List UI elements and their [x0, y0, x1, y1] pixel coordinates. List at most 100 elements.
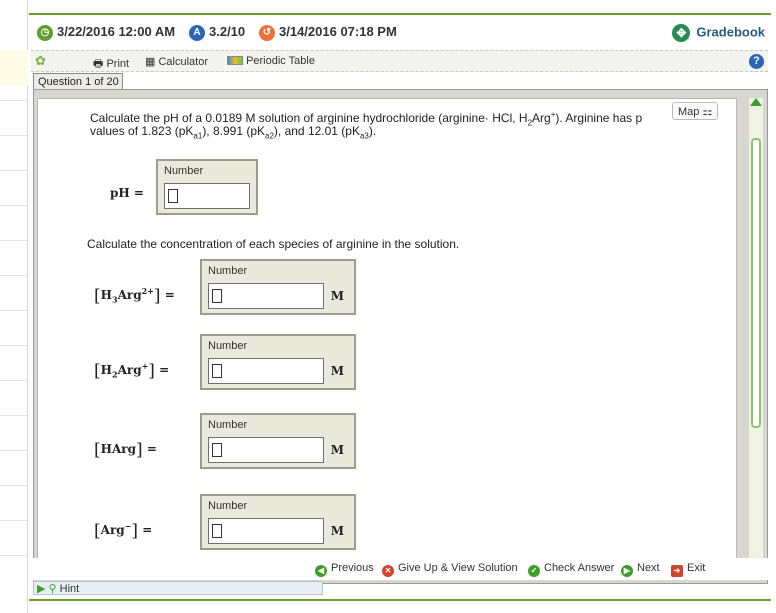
input-caret: [212, 364, 222, 378]
species-prompt: Calculate the concentration of each spec…: [87, 237, 460, 251]
sub-a3: a3: [359, 131, 369, 141]
exit-button[interactable]: ➜ Exit: [671, 562, 705, 577]
left-panel-line: [0, 170, 28, 171]
previous-icon: ◀: [315, 565, 327, 577]
calculator-button[interactable]: ▦ Calculator: [145, 55, 208, 68]
assignment-window: ◷ 3/22/2016 12:00 AM A 3.2/10 ↺ 3/14/2016 0…: [29, 13, 771, 601]
give-up-icon: ✕: [382, 565, 394, 577]
left-panel-line: [0, 485, 28, 486]
question-nav-bar: ◀ Previous ✕ Give Up & View Solution ✓ Chec…: [33, 558, 768, 580]
unit-label: M: [330, 443, 344, 457]
next-icon: ▶: [621, 565, 633, 577]
h3arg-input[interactable]: [208, 283, 324, 309]
last-accessed-date: ↺ 3/14/2016 07:18 PM: [259, 24, 397, 41]
arg-input[interactable]: [208, 518, 324, 544]
number-label: Number: [208, 340, 248, 352]
left-panel-line: [0, 345, 28, 346]
exit-icon: ➜: [671, 565, 683, 577]
harg-input[interactable]: [208, 437, 324, 463]
left-panel-line: [0, 240, 28, 241]
periodic-table-icon: [227, 56, 243, 65]
leaf-icon: ✿: [35, 53, 46, 68]
left-panel-line: [0, 380, 28, 381]
number-label: Number: [208, 265, 248, 277]
intro-text-d: ). Arginine has p: [555, 111, 643, 125]
number-label: Number: [208, 500, 248, 512]
number-label: Number: [208, 419, 248, 431]
input-caret: [212, 524, 222, 538]
exit-label: Exit: [687, 562, 706, 574]
left-panel-highlight: [0, 50, 28, 86]
gradebook-link[interactable]: ✥ Gradebook: [672, 24, 765, 42]
check-answer-button[interactable]: ✓ Check Answer: [528, 562, 614, 577]
left-panel-line: [0, 310, 28, 311]
help-icon[interactable]: ?: [749, 54, 764, 69]
harg-label: [HArg] =: [94, 440, 157, 460]
gradebook-label: Gradebook: [696, 24, 765, 40]
previous-button[interactable]: ◀ Previous: [315, 562, 374, 577]
h2arg-input[interactable]: [208, 358, 324, 384]
history-icon: ↺: [259, 24, 275, 41]
intro2-b: ), 8.991 (pK: [202, 124, 266, 138]
h2arg-number-box: Number M: [200, 334, 356, 390]
map-label: Map: [678, 106, 700, 118]
next-button[interactable]: ▶ Next: [621, 562, 660, 577]
previous-label: Previous: [331, 562, 374, 574]
ph-number-box: Number: [156, 159, 258, 215]
gradebook-icon: ✥: [672, 24, 691, 42]
unit-label: M: [330, 524, 344, 538]
harg-number-box: Number M: [200, 413, 356, 469]
left-panel-line: [0, 100, 28, 101]
left-panel-line: [0, 135, 28, 136]
print-label: Print: [106, 58, 130, 70]
left-panel-line: [0, 415, 28, 416]
toolbar: ✿ 🖶 Print ▦ Calculator Periodic Table ?: [31, 50, 768, 72]
give-up-button[interactable]: ✕ Give Up & View Solution: [382, 562, 518, 577]
last-accessed-text: 3/14/2016 07:18 PM: [279, 24, 397, 39]
left-panel: [0, 0, 28, 613]
number-label: Number: [164, 165, 204, 177]
due-date-text: 3/22/2016 12:00 AM: [57, 24, 176, 39]
printer-icon: 🖶: [93, 58, 104, 70]
intro2-a: values of 1.823 (pK: [90, 124, 194, 138]
check-icon: ✓: [528, 565, 540, 577]
sub-a2: a2: [265, 131, 274, 141]
check-answer-label: Check Answer: [544, 562, 615, 574]
unit-label: M: [330, 289, 344, 303]
intro2-c: ), and 12.01 (pK: [273, 124, 360, 138]
input-caret: [168, 189, 178, 203]
input-caret: [212, 443, 222, 457]
h2arg-label: [H2Arg+] =: [94, 361, 170, 381]
hint-bar[interactable]: ▶ ⚲ Hint: [33, 581, 323, 595]
due-date: ◷ 3/22/2016 12:00 AM: [37, 24, 175, 41]
clock-icon: ◷: [37, 24, 53, 41]
left-panel-line: [0, 450, 28, 451]
hint-icon: ⚲: [48, 583, 57, 595]
calculator-label: Calculator: [158, 56, 208, 68]
h3arg-label: [H3Arg2+] =: [94, 286, 175, 306]
hint-label: Hint: [59, 583, 80, 595]
question-frame: Map ⚏ Calculate the pH of a 0.0189 M sol…: [33, 89, 768, 584]
left-panel-line: [0, 520, 28, 521]
left-panel-line: [0, 205, 28, 206]
ph-input[interactable]: [164, 183, 250, 209]
expand-arrow-icon: ▶: [37, 583, 46, 595]
intro-text-b: HCl, H: [492, 111, 528, 125]
question-tab[interactable]: Question 1 of 20: [33, 73, 123, 90]
vertical-scrollbar[interactable]: [749, 98, 763, 578]
periodic-table-button[interactable]: Periodic Table: [227, 55, 315, 67]
sub-a1: a1: [193, 131, 203, 141]
periodic-table-label: Periodic Table: [246, 55, 315, 67]
scroll-up-icon[interactable]: [750, 98, 762, 106]
question-intro-line2: values of 1.823 (pKa1), 8.991 (pKa2), an…: [90, 124, 376, 143]
print-button[interactable]: 🖶 Print: [93, 55, 129, 74]
left-panel-line: [0, 275, 28, 276]
ph-label: pH =: [110, 186, 144, 200]
score: A 3.2/10: [189, 24, 245, 41]
arg-label: [Arg−] =: [94, 521, 153, 541]
scroll-thumb[interactable]: [751, 138, 761, 428]
input-caret: [212, 289, 222, 303]
sitemap-icon: ⚏: [702, 106, 713, 118]
question-content: Map ⚏ Calculate the pH of a 0.0189 M sol…: [37, 98, 737, 576]
next-label: Next: [637, 562, 660, 574]
